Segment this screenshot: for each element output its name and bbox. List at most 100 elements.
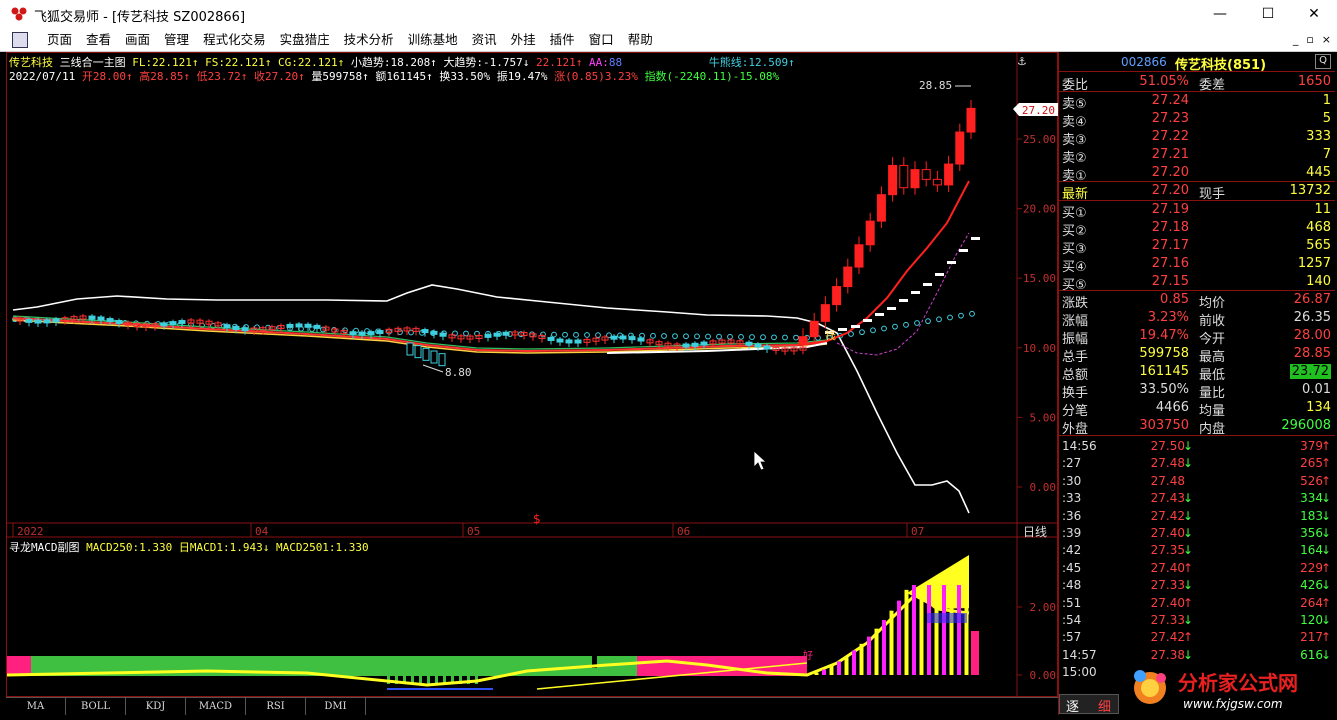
sub-hist-bar [897, 600, 901, 675]
trend-dash [863, 319, 872, 322]
candle-body-dip [438, 353, 446, 367]
trend-dash [923, 283, 932, 286]
tick-arrow: ↓ [1182, 543, 1193, 558]
menu-item-3[interactable]: 管理 [157, 32, 196, 48]
chart-app-icon[interactable] [12, 32, 28, 48]
indicator-tab-ma[interactable]: MA [6, 698, 66, 715]
high-price-label: 28.85 [919, 79, 952, 92]
indicator-tab-dmi[interactable]: DMI [306, 698, 366, 715]
menu-item-10[interactable]: 插件 [543, 32, 582, 48]
tick-volume: 356 [1300, 526, 1323, 540]
amount-value: 额161145↑ [375, 70, 433, 83]
stat-value: 303750 [1139, 418, 1189, 433]
kline-chart-panel[interactable]: 25.00 20.00 15.00 10.00 5.00 0.00 2022 04 05 06 07… [6, 52, 1059, 698]
detail-tab[interactable]: 细 [1098, 696, 1111, 715]
title-bar: 飞狐交易师 - [传艺科技 SZ002866] — ☐ ✕ [0, 0, 1337, 28]
menu-item-9[interactable]: 外挂 [504, 32, 543, 48]
mdi-close-button[interactable]: × [1322, 33, 1331, 46]
candle-body [241, 327, 249, 332]
quote-menu-icon[interactable]: Q [1315, 54, 1331, 69]
menu-item-2[interactable]: 画面 [118, 32, 157, 48]
tick-row: :39 27.40 ↓ 356 ↓ [1059, 525, 1335, 542]
candle-body [304, 323, 312, 328]
menu-item-8[interactable]: 资讯 [465, 32, 504, 48]
open-value: 开28.00↑ [81, 70, 133, 83]
menu-item-4[interactable]: 程式化交易 [196, 32, 273, 48]
candle-body [25, 318, 33, 323]
tick-volume: 526 [1300, 473, 1323, 488]
candle-body [52, 318, 60, 323]
mdi-minimize-button[interactable]: _ [1293, 33, 1299, 46]
bull-bear-dot [892, 323, 898, 330]
bull-bear-dot [749, 334, 755, 340]
bull-bear-dot [738, 334, 744, 340]
menu-item-5[interactable]: 实盘猎庄 [273, 32, 337, 48]
sub-hist-bar [964, 585, 969, 675]
candle-body [637, 337, 645, 342]
stat-value-2: 28.00 [1293, 328, 1331, 343]
candle-body [700, 341, 708, 346]
stat-value-2: 296008 [1281, 418, 1331, 433]
sub-hist-bar [859, 643, 864, 675]
close-button[interactable]: ✕ [1294, 4, 1334, 24]
minimize-button[interactable]: — [1200, 4, 1240, 24]
buy-volume: 140 [1306, 274, 1331, 289]
stat-value: 19.47% [1139, 328, 1189, 343]
price-tag-label: 27.20 [1022, 104, 1055, 117]
volume-value: 量599758↑ [311, 70, 369, 83]
window-title: 飞狐交易师 - [传艺科技 SZ002866] [34, 10, 246, 25]
stat-value: 161145 [1139, 364, 1189, 379]
good-signal-mark: 好 [803, 650, 813, 662]
latest-row: 最新 27.20 现手 13732 [1059, 182, 1335, 202]
candle-body [421, 329, 429, 334]
sell-volume: 1 [1322, 93, 1331, 108]
tick-arrow: ↑ [1182, 630, 1193, 645]
candle-body [484, 333, 492, 338]
mdi-restore-button[interactable]: ▫ [1306, 33, 1313, 46]
trend-dash [959, 249, 968, 252]
stat-row: 总额 161145 最低 23.72 [1059, 363, 1335, 383]
buy-price: 27.19 [1151, 202, 1189, 217]
candle-body [358, 331, 366, 336]
stat-value-2: 26.87 [1293, 292, 1331, 307]
menu-item-0[interactable]: 页面 [40, 32, 79, 48]
money-signal-mark: $ [533, 512, 541, 526]
tick-dir: ↓ [1320, 508, 1331, 523]
maximize-button[interactable]: ☐ [1248, 4, 1288, 24]
menu-item-1[interactable]: 查看 [79, 32, 118, 48]
buy-price: 27.18 [1151, 220, 1189, 235]
rally-candle-body [854, 244, 864, 268]
menu-item-11[interactable]: 窗口 [582, 32, 621, 48]
indicator-tab-macd[interactable]: MACD [186, 698, 246, 715]
indicator-tab-rsi[interactable]: RSI [246, 698, 306, 715]
bull-bear-dot [969, 310, 975, 317]
menu-items: 页面 查看 画面 管理 程式化交易 实盘猎庄 技术分析 训练基地 资讯 外挂 插件 窗口 帮助 [40, 32, 660, 48]
bull-bear-dot [771, 334, 777, 341]
bull-bear-dot [705, 333, 711, 340]
bull-bear-dot [639, 332, 645, 339]
menu-item-12[interactable]: 帮助 [621, 32, 660, 48]
tick-volume: 183 [1300, 508, 1323, 523]
tick-time: :33 [1062, 491, 1082, 506]
tick-detail-tab[interactable]: 逐 [1066, 696, 1079, 715]
candle-body-dip [414, 345, 422, 359]
menu-item-6[interactable]: 技术分析 [337, 32, 401, 48]
trend-dash [971, 237, 980, 240]
bull-bear-dot [925, 318, 931, 325]
watermark-logo: 分析家公式网 www.fxjgsw.com [1134, 670, 1298, 711]
tick-volume: 229 [1300, 560, 1323, 575]
sub-hist-bar [957, 585, 961, 675]
ohlc-header: 2022/07/11 开28.00↑ 高28.85↑ 低23.72↑ 收27.2… [9, 68, 779, 84]
indicator-tab-kdj[interactable]: KDJ [126, 698, 186, 715]
indicator-tab-boll[interactable]: BOLL [66, 698, 126, 715]
stat-value-2: 26.35 [1293, 310, 1331, 325]
tick-row: :48 27.33 ↓ 426 ↓ [1059, 577, 1335, 594]
menu-item-7[interactable]: 训练基地 [401, 32, 465, 48]
candle-body [232, 325, 240, 330]
candle-body [160, 322, 168, 327]
tick-arrow: ↓ [1182, 491, 1193, 506]
buy-volume: 1257 [1297, 256, 1331, 271]
kline-chart-svg[interactable]: 25.00 20.00 15.00 10.00 5.00 0.00 2022 04 05 06 07… [7, 53, 1059, 698]
sub-ytick-label: 2.00 [1030, 601, 1057, 614]
tick-time: 14:57 [1062, 647, 1097, 662]
